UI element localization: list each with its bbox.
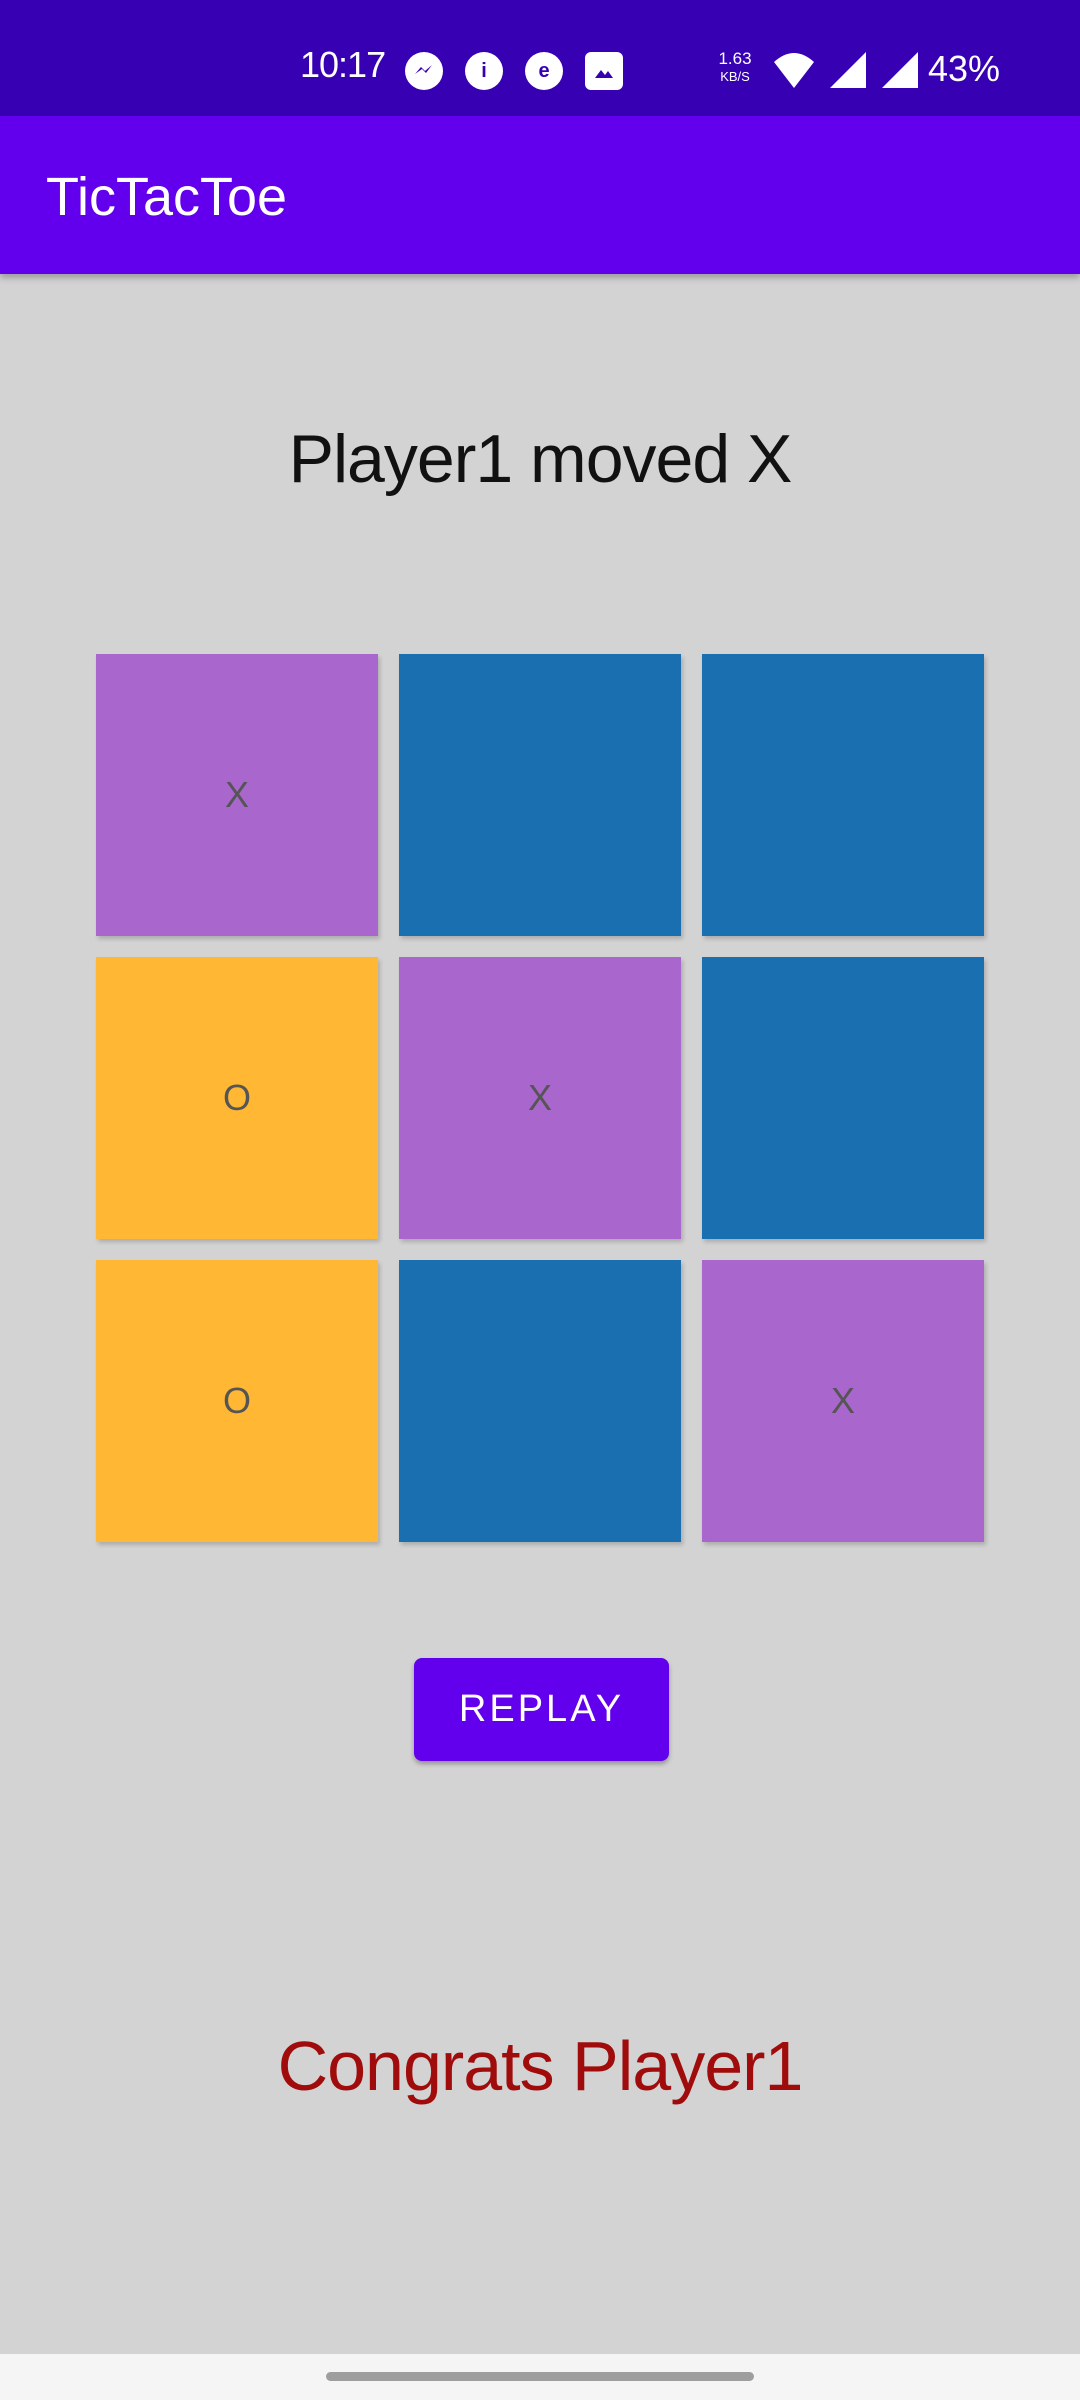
replay-button[interactable]: REPLAY [414, 1658, 669, 1761]
game-board: X O X O X [96, 654, 984, 1542]
board-cell[interactable]: X [96, 654, 378, 936]
signal-icon [882, 52, 918, 88]
battery-level: 43% [928, 48, 1001, 89]
board-cell[interactable] [399, 1260, 681, 1542]
status-time: 10:17 [300, 44, 386, 85]
app-title: TicTacToe [46, 167, 288, 227]
board-cell[interactable]: X [702, 1260, 984, 1542]
status-bar: 10:17 i e 1.63 KB/S 43% [0, 0, 1080, 116]
board-cell[interactable]: X [399, 957, 681, 1239]
image-icon [585, 52, 623, 90]
browser-icon: e [525, 52, 563, 90]
board-cell[interactable]: O [96, 957, 378, 1239]
board-cell[interactable] [399, 654, 681, 936]
network-speed: 1.63 KB/S [712, 50, 758, 86]
wifi-icon [774, 53, 814, 88]
network-speed-unit: KB/S [720, 69, 750, 84]
messenger-icon [405, 52, 443, 90]
app-bar: TicTacToe [0, 116, 1080, 274]
network-speed-value: 1.63 [718, 49, 752, 68]
board-cell[interactable] [702, 957, 984, 1239]
game-status: Player1 moved X [288, 421, 793, 497]
board-cell[interactable] [702, 654, 984, 936]
system-icons [772, 50, 920, 90]
winner-message: Congrats Player1 [277, 2027, 804, 2105]
home-handle[interactable] [326, 2372, 754, 2381]
app-icon: i [465, 52, 503, 90]
notification-icons: i e [405, 52, 623, 90]
signal-icon [830, 52, 866, 88]
board-cell[interactable]: O [96, 1260, 378, 1542]
navigation-bar [0, 2354, 1080, 2400]
